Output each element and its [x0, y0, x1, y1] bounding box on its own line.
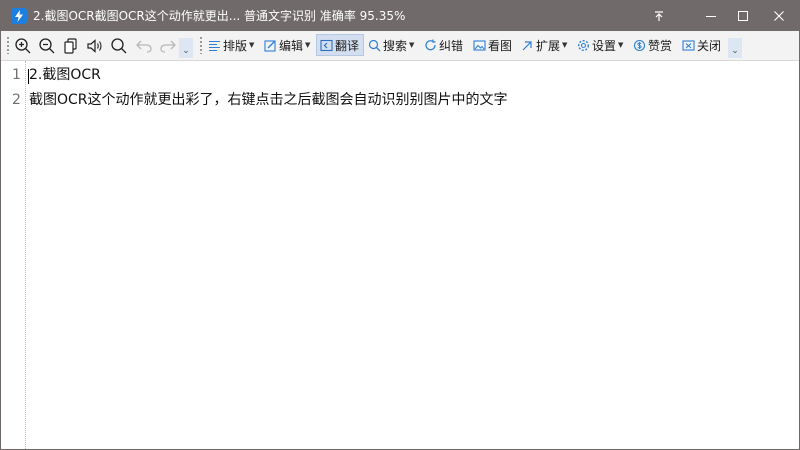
pin-button[interactable]: [639, 1, 679, 31]
search-icon[interactable]: [109, 36, 129, 56]
window-title: 2.截图OCR截图OCR这个动作就更出... 普通文字识别 准确率 95.35%: [33, 9, 406, 23]
minimize-icon: [706, 16, 716, 17]
zoom-in-icon[interactable]: [13, 36, 33, 56]
gear-icon: [577, 39, 590, 52]
close-icon: [682, 39, 695, 52]
line-text[interactable]: 2.截图OCR: [29, 64, 101, 86]
chevron-down-icon: ▼: [305, 41, 311, 49]
extend-icon: [521, 39, 534, 52]
view-image-label: 看图: [488, 38, 513, 53]
app-lightning-icon: [11, 8, 27, 24]
toolbar-overflow-button[interactable]: ⌄: [179, 38, 193, 58]
correct-button[interactable]: 纠错: [421, 34, 466, 56]
title-bar[interactable]: 2.截图OCR截图OCR这个动作就更出... 普通文字识别 准确率 95.35%: [1, 1, 799, 31]
edit-icon: [264, 39, 277, 52]
toolbar-grip[interactable]: [7, 37, 9, 54]
translate-icon: [320, 39, 333, 52]
correct-button-label: 纠错: [439, 38, 464, 53]
toolbar-overflow-button[interactable]: ⌄: [728, 38, 742, 58]
close-window-button[interactable]: [759, 1, 799, 31]
redo-icon[interactable]: [158, 36, 178, 56]
toolbar: ⌄ 排版 ▼ 编辑 ▼ 翻译 搜索 ▼ 纠错 看图 扩展 ▼ 设置 ▼ 赞赏 关…: [1, 31, 799, 61]
close-icon: [774, 11, 784, 21]
translate-button-label: 翻译: [335, 38, 360, 53]
search-menu-label: 搜索: [383, 38, 408, 53]
gutter-divider: [25, 61, 26, 449]
extend-button[interactable]: 扩展 ▼: [518, 34, 570, 56]
layout-button[interactable]: 排版 ▼: [205, 34, 257, 56]
extend-button-label: 扩展: [536, 38, 561, 53]
pin-icon: [655, 11, 663, 21]
line-number: 2: [12, 92, 21, 108]
donate-button[interactable]: 赞赏: [630, 34, 675, 56]
edit-button-label: 编辑: [279, 38, 304, 53]
editor-line[interactable]: 2 截图OCR这个动作就更出彩了，右键点击之后截图会自动识别别图片中的文字: [1, 89, 799, 111]
undo-icon[interactable]: [134, 36, 154, 56]
line-number: 1: [12, 67, 21, 83]
translate-button[interactable]: 翻译: [316, 34, 364, 56]
image-icon: [473, 39, 486, 52]
speaker-icon[interactable]: [85, 36, 105, 56]
close-panel-label: 关闭: [697, 38, 722, 53]
maximize-button[interactable]: [723, 1, 763, 31]
toolbar-grip[interactable]: [200, 37, 202, 54]
layout-button-label: 排版: [223, 38, 248, 53]
coin-icon: [633, 39, 646, 52]
chevron-down-icon: ▼: [409, 41, 415, 49]
align-icon: [208, 39, 221, 52]
line-text[interactable]: 截图OCR这个动作就更出彩了，右键点击之后截图会自动识别别图片中的文字: [29, 89, 508, 111]
chevron-down-icon: ▼: [618, 41, 624, 49]
donate-button-label: 赞赏: [648, 38, 673, 53]
search-icon: [368, 39, 381, 52]
close-panel-button[interactable]: 关闭: [679, 34, 724, 56]
settings-button-label: 设置: [592, 38, 617, 53]
editor-line[interactable]: 1 2.截图OCR: [1, 64, 799, 86]
copy-icon[interactable]: [61, 36, 81, 56]
settings-button[interactable]: 设置 ▼: [574, 34, 626, 56]
zoom-out-icon[interactable]: [37, 36, 57, 56]
app-window: 2.截图OCR截图OCR这个动作就更出... 普通文字识别 准确率 95.35%: [0, 0, 800, 450]
text-editor[interactable]: 1 2.截图OCR 2 截图OCR这个动作就更出彩了，右键点击之后截图会自动识别…: [1, 61, 799, 449]
chevron-down-icon: ▼: [249, 41, 255, 49]
chevron-down-icon: ▼: [562, 41, 568, 49]
text-cursor: [28, 69, 29, 84]
search-menu-button[interactable]: 搜索 ▼: [365, 34, 417, 56]
view-image-button[interactable]: 看图: [470, 34, 515, 56]
maximize-icon: [738, 11, 748, 21]
refresh-icon: [424, 39, 437, 52]
edit-button[interactable]: 编辑 ▼: [261, 34, 313, 56]
